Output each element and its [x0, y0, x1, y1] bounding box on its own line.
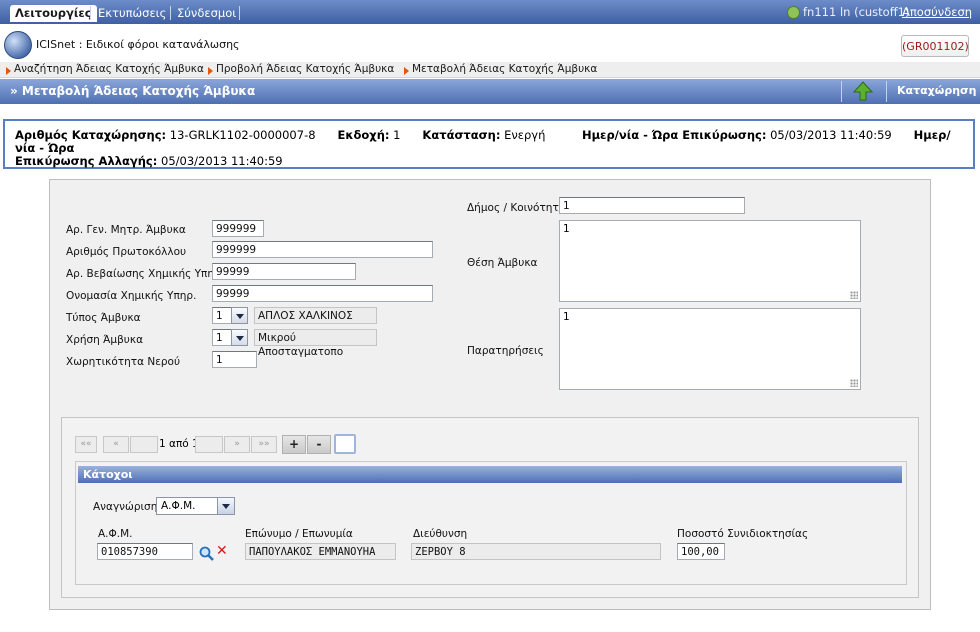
pager-status: 1 από 1: [159, 438, 199, 450]
resize-grip-icon[interactable]: [850, 291, 858, 299]
breadcrumb-search[interactable]: Αναζήτηση Άδειας Κατοχής Άμβυκα: [6, 63, 204, 75]
breadcrumb: Αναζήτηση Άδειας Κατοχής Άμβυκα Προβολή …: [0, 62, 980, 78]
type-description: ΑΠΛΟΣ ΧΑΛΚΙΝΟΣ: [254, 307, 377, 324]
change-date-label-b: Επικύρωσης Αλλαγής:: [15, 154, 158, 168]
remove-owner-button[interactable]: -: [307, 435, 331, 454]
reg-number-label: Αριθμός Καταχώρησης:: [15, 128, 167, 142]
tab-operations[interactable]: Λειτουργίες: [10, 5, 97, 22]
municipality-label: Δήμος / Κοινότητα: [467, 202, 566, 214]
add-owner-button[interactable]: +: [282, 435, 306, 454]
version-value: 1: [393, 128, 401, 142]
pager-prev-button[interactable]: «: [103, 436, 129, 453]
col-name-header: Επώνυμο / Επωνυμία: [245, 528, 353, 540]
use-description: Μικρού Αποσταγματοπο: [254, 329, 377, 358]
pager-next-button[interactable]: »: [224, 436, 250, 453]
location-label: Θέση Άμβυκα: [467, 257, 538, 269]
use-label: Χρήση Άμβυκα: [66, 334, 143, 346]
identification-value: Α.Φ.Μ.: [161, 500, 196, 512]
window-icon[interactable]: [334, 434, 356, 454]
status-value: Ενεργή: [504, 128, 546, 142]
confirm-date-label: Ημερ/νία - Ώρα Επικύρωσης:: [581, 128, 767, 142]
save-button[interactable]: Καταχώρηση: [897, 84, 976, 97]
location-textarea[interactable]: 1: [559, 220, 861, 302]
reg-number-value: 13-GRLK1102-0000007-8: [169, 128, 316, 142]
resize-grip-icon[interactable]: [850, 379, 858, 387]
chem-cert-label: Αρ. Βεβαίωσης Χημικής Υπηρ.: [66, 268, 224, 280]
app-title: ICISnet : Ειδικοί φόροι κατανάλωσης: [36, 38, 240, 51]
pager-page-box: [195, 436, 223, 453]
protocol-label: Αριθμός Πρωτοκόλλου: [66, 246, 187, 258]
type-label: Τύπος Άμβυκα: [66, 312, 141, 324]
top-nav-bar: Λειτουργίες Εκτυπώσεις Σύνδεσμοι fn111 l…: [0, 0, 980, 24]
logout-link[interactable]: Αποσύνδεση: [902, 5, 972, 19]
tab-prints[interactable]: Εκτυπώσεις: [93, 5, 171, 22]
remarks-text: 1: [563, 311, 570, 323]
owners-header: Κάτοχοι: [78, 466, 902, 483]
clear-icon[interactable]: ✕: [216, 543, 228, 559]
col-share-header: Ποσοστό Συνιδιοκτησίας: [677, 528, 809, 540]
status-label: Κατάσταση:: [422, 128, 501, 142]
tab-links[interactable]: Σύνδεσμοι: [172, 5, 241, 22]
type-code-field[interactable]: 1: [212, 307, 232, 324]
gen-reg-label: Αρ. Γεν. Μητρ. Άμβυκα: [66, 224, 186, 236]
toolbar-divider: [841, 81, 842, 102]
col-address-header: Διεύθυνση: [413, 528, 468, 540]
municipality-field[interactable]: 1: [559, 197, 745, 214]
user-icon: [787, 6, 800, 19]
owner-share-field[interactable]: 100,00: [677, 543, 725, 560]
app-header: ICISnet : Ειδικοί φόροι κατανάλωσης: [0, 28, 980, 61]
identification-label: Αναγνώριση: [93, 501, 158, 513]
pager-first-button[interactable]: ««: [75, 436, 97, 453]
confirm-date-value: 05/03/2013 11:40:59: [770, 128, 892, 142]
chem-name-field[interactable]: 99999: [212, 285, 433, 302]
owner-name-field: ΠΑΠΟΥΛΑΚΟΣ ΕΜΜΑΝΟΥΗΑ: [245, 543, 396, 560]
pager-last-button[interactable]: »»: [251, 436, 277, 453]
type-dropdown-button[interactable]: [231, 307, 248, 324]
remarks-textarea[interactable]: 1: [559, 308, 861, 390]
use-dropdown-button[interactable]: [231, 329, 248, 346]
tab-divider: [239, 6, 240, 20]
chem-cert-field[interactable]: 99999: [212, 263, 356, 280]
col-afm-header: Α.Φ.Μ.: [98, 528, 133, 540]
breadcrumb-view[interactable]: Προβολή Άδειας Κατοχής Άμβυκα: [208, 63, 394, 75]
gen-reg-field[interactable]: 999999: [212, 220, 264, 237]
page-title-bar: » Μεταβολή Άδειας Κατοχής Άμβυκα Καταχώρ…: [0, 79, 980, 104]
identification-select[interactable]: Α.Φ.Μ.: [156, 497, 235, 515]
registration-info: Αριθμός Καταχώρησης: 13-GRLK1102-0000007…: [3, 119, 975, 169]
office-code-button[interactable]: (GR001102): [901, 35, 969, 57]
location-text: 1: [563, 223, 570, 235]
page-title: » Μεταβολή Άδειας Κατοχής Άμβυκα: [10, 84, 256, 98]
breadcrumb-edit[interactable]: Μεταβολή Άδειας Κατοχής Άμβυκα: [404, 63, 597, 75]
current-user: fn111 ln (custoff1): [803, 5, 910, 19]
version-label: Εκδοχή:: [337, 128, 390, 142]
protocol-field[interactable]: 999999: [212, 241, 433, 258]
upload-arrow-icon[interactable]: [852, 81, 874, 103]
pager-page-box: [130, 436, 158, 453]
use-code-field[interactable]: 1: [212, 329, 232, 346]
search-icon[interactable]: [199, 546, 214, 561]
remarks-label: Παρατηρήσεις: [467, 345, 544, 357]
tab-divider: [170, 6, 171, 20]
capacity-field[interactable]: 1: [212, 351, 257, 368]
chem-name-label: Ονομασία Χημικής Υπηρ.: [66, 290, 197, 302]
owner-afm-field[interactable]: 010857390: [97, 543, 193, 560]
capacity-label: Χωρητικότητα Νερού: [66, 356, 181, 368]
owner-address-field: ΖΕΡΒΟΥ 8: [411, 543, 661, 560]
tab-divider: [90, 6, 91, 20]
change-date-value: 05/03/2013 11:40:59: [161, 154, 283, 168]
chevron-down-icon[interactable]: [217, 498, 234, 514]
globe-icon: [4, 31, 32, 59]
toolbar-divider: [886, 81, 887, 102]
